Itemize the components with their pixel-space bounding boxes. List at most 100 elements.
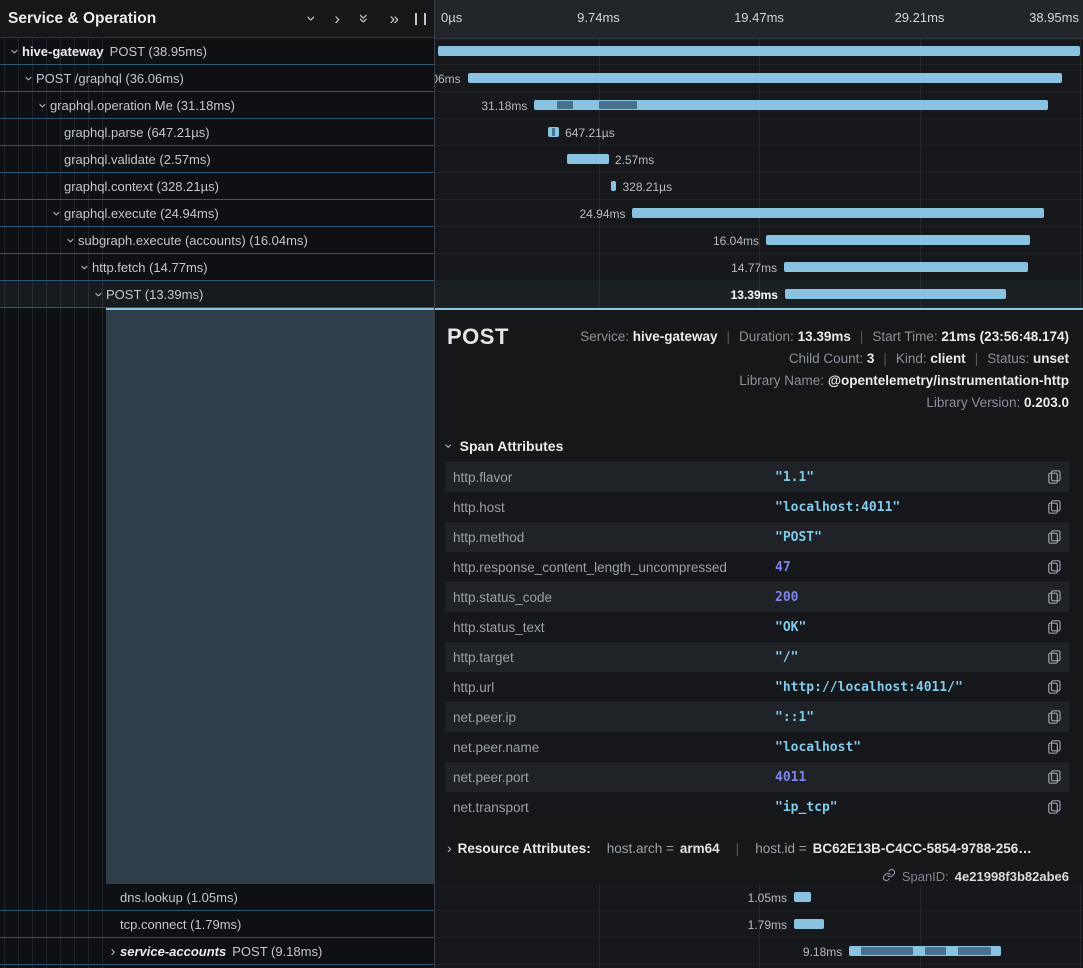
copy-icon[interactable] <box>1041 560 1061 574</box>
span-bar-row[interactable]: 9.18ms <box>435 938 1083 965</box>
span-tree-row[interactable]: ›hive-gatewayPOST (38.95ms) <box>0 38 434 65</box>
span-duration-bar[interactable] <box>567 154 609 164</box>
service-name: hive-gateway <box>22 44 104 59</box>
copy-icon[interactable] <box>1041 680 1061 694</box>
span-duration-bar[interactable] <box>468 73 1062 83</box>
attribute-row: http.url"http://localhost:4011/" <box>445 672 1069 702</box>
span-bar-row[interactable]: 31.18ms <box>435 92 1083 119</box>
duration-label: 14.77ms <box>731 261 777 275</box>
overview-line: Service: hive-gateway|Duration: 13.39ms|… <box>580 326 1069 348</box>
link-glyph <box>882 868 896 882</box>
copy-icon[interactable] <box>1041 740 1061 754</box>
span-duration-bar[interactable] <box>794 892 811 902</box>
attribute-value: "localhost:4011" <box>775 500 1041 515</box>
span-tree-row[interactable]: dns.lookup (1.05ms) <box>0 884 434 911</box>
span-tree-row[interactable]: ›graphql.execute (24.94ms) <box>0 200 434 227</box>
span-tree-row[interactable]: graphql.validate (2.57ms) <box>0 146 434 173</box>
ruler-tick-label: 19.47ms <box>734 10 784 25</box>
attribute-value: "1.1" <box>775 470 1041 485</box>
chevron-right-icon[interactable]: › <box>334 10 340 27</box>
span-bar-row[interactable]: 14.77ms <box>435 254 1083 281</box>
span-bar-row[interactable]: 16.04ms <box>435 227 1083 254</box>
span-tree-row[interactable]: ›http.fetch (14.77ms) <box>0 254 434 281</box>
clipboard-glyph <box>1048 500 1061 514</box>
span-duration-bar[interactable] <box>548 127 559 137</box>
span-duration-bar[interactable] <box>794 919 824 929</box>
span-duration-bar[interactable] <box>785 289 1006 299</box>
chevron-down-icon[interactable]: › <box>36 98 51 112</box>
span-duration-bar[interactable] <box>784 262 1027 272</box>
field-value: 3 <box>867 351 875 366</box>
span-bar-row[interactable] <box>435 38 1083 65</box>
chevron-down-icon[interactable]: › <box>92 287 107 301</box>
attribute-row: http.host"localhost:4011" <box>445 492 1069 522</box>
ruler-tick-label: 9.74ms <box>577 10 620 25</box>
ruler-tick-label: 29.21ms <box>895 10 945 25</box>
span-duration-bar[interactable] <box>438 46 1080 56</box>
copy-icon[interactable] <box>1041 650 1061 664</box>
span-tree-row[interactable]: ›service-accountsPOST (9.18ms) <box>0 938 434 965</box>
span-tree-row[interactable]: graphql.context (328.21µs) <box>0 173 434 200</box>
span-tree-row[interactable]: ›POST /graphql (36.06ms) <box>0 65 434 92</box>
span-duration-bar[interactable] <box>766 235 1030 245</box>
span-tree-row[interactable]: graphql.parse (647.21µs) <box>0 119 434 146</box>
field-label: Library Version: <box>926 395 1024 410</box>
clipboard-glyph <box>1048 590 1061 604</box>
duration-label: 24.94ms <box>579 207 625 221</box>
operation-label: graphql.validate (2.57ms) <box>64 152 211 167</box>
span-bar-row[interactable]: 2.57ms <box>435 146 1083 173</box>
chevron-down-icon[interactable]: › <box>8 44 23 58</box>
copy-icon[interactable] <box>1041 530 1061 544</box>
resource-attributes-row[interactable]: ›Resource Attributes:host.arch = arm64|h… <box>447 840 1069 856</box>
field-value: 13.39ms <box>798 329 851 344</box>
duration-label: 31.18ms <box>481 99 527 113</box>
span-duration-bar[interactable] <box>849 946 1000 956</box>
duration-label: 1.79ms <box>748 918 787 932</box>
attribute-row: http.target"/" <box>445 642 1069 672</box>
span-duration-bar[interactable] <box>534 100 1048 110</box>
chevron-down-icon[interactable]: › <box>50 206 65 220</box>
chevron-down-icon[interactable]: › <box>78 260 93 274</box>
copy-icon[interactable] <box>1041 800 1061 814</box>
attribute-value: "http://localhost:4011/" <box>775 680 1041 695</box>
span-duration-bar[interactable] <box>611 181 616 191</box>
field-value: client <box>930 351 965 366</box>
span-bar-row[interactable]: 647.21µs <box>435 119 1083 146</box>
clipboard-glyph <box>1048 650 1061 664</box>
chevron-down-icon[interactable]: › <box>22 71 37 85</box>
span-tree-row[interactable]: ›graphql.operation Me (31.18ms) <box>0 92 434 119</box>
copy-icon[interactable] <box>1041 590 1061 604</box>
attribute-row: net.peer.ip"::1" <box>445 702 1069 732</box>
panel-resize-handle[interactable] <box>415 13 426 25</box>
span-bar-row[interactable]: 13.39ms <box>435 281 1083 308</box>
span-tree-row[interactable]: ›POST (13.39ms) <box>0 281 434 308</box>
span-bar-row[interactable]: 36.06ms <box>435 65 1083 92</box>
field-label: Library Name: <box>739 373 828 388</box>
copy-icon[interactable] <box>1041 710 1061 724</box>
clipboard-glyph <box>1048 560 1061 574</box>
attribute-value: 4011 <box>775 770 1041 785</box>
chevron-down-icon[interactable]: › <box>303 16 320 22</box>
span-bar-row[interactable]: 24.94ms <box>435 200 1083 227</box>
span-attributes-header[interactable]: › Span Attributes <box>447 438 563 454</box>
double-chevron-down-icon[interactable]: » <box>356 14 373 23</box>
span-duration-bar[interactable] <box>632 208 1043 218</box>
span-bar-row[interactable]: 328.21µs <box>435 173 1083 200</box>
copy-icon[interactable] <box>1041 620 1061 634</box>
copy-icon[interactable] <box>1041 770 1061 784</box>
span-tree-row[interactable]: ›subgraph.execute (accounts) (16.04ms) <box>0 227 434 254</box>
link-icon[interactable] <box>882 868 896 885</box>
span-bar-row[interactable]: 1.79ms <box>435 911 1083 938</box>
double-chevron-right-icon[interactable]: » <box>390 10 399 27</box>
chevron-right-icon[interactable]: › <box>106 944 120 959</box>
operation-label: tcp.connect (1.79ms) <box>120 917 241 932</box>
copy-icon[interactable] <box>1041 500 1061 514</box>
copy-icon[interactable] <box>1041 470 1061 484</box>
chevron-down-icon[interactable]: › <box>64 233 79 247</box>
span-tree-row[interactable]: tcp.connect (1.79ms) <box>0 911 434 938</box>
attribute-value: "ip_tcp" <box>775 800 1041 815</box>
span-bar-row[interactable]: 1.05ms <box>435 884 1083 911</box>
attribute-row: http.response_content_length_uncompresse… <box>445 552 1069 582</box>
field-label: Service: <box>580 329 633 344</box>
span-detail-panel: POST Service: hive-gateway|Duration: 13.… <box>435 308 1083 884</box>
